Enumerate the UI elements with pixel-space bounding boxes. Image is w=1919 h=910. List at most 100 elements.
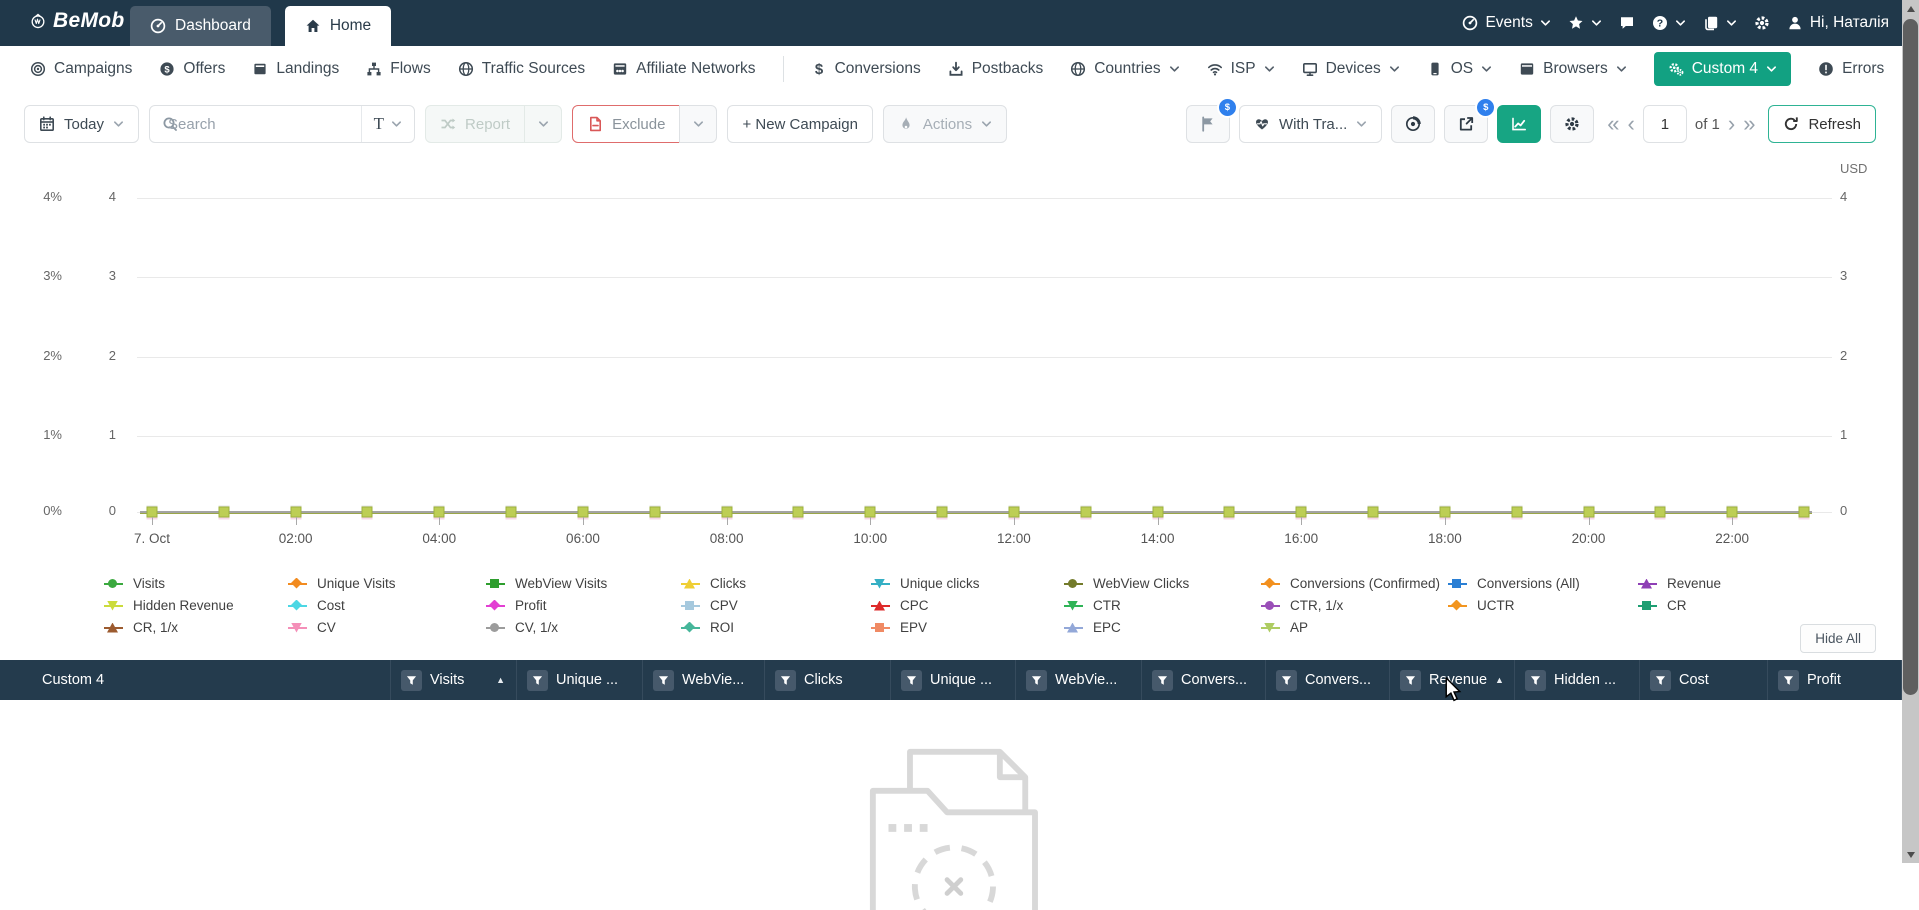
- nav-item-custom-4[interactable]: Custom 4: [1653, 52, 1792, 86]
- nav-item-offers[interactable]: $ Offers: [159, 60, 225, 78]
- report-dropdown-button[interactable]: [524, 105, 563, 143]
- nav-item-conversions[interactable]: $ Conversions: [811, 60, 920, 78]
- legend-item-conversions-all[interactable]: Conversions (All): [1448, 576, 1638, 591]
- filter-funnel-icon[interactable]: [1400, 669, 1421, 691]
- scroll-up-button[interactable]: [1902, 0, 1919, 17]
- search-type-selector[interactable]: T: [360, 106, 414, 142]
- column-header-convers[interactable]: Convers...: [1142, 660, 1266, 700]
- nav-item-isp[interactable]: ISP: [1207, 60, 1275, 78]
- legend-item-cr[interactable]: CR: [1638, 598, 1814, 613]
- scrollbar-thumb[interactable]: [1903, 19, 1918, 695]
- legend-item-ctr-1-x[interactable]: CTR, 1/x: [1261, 598, 1448, 613]
- nav-item-devices[interactable]: Devices: [1302, 60, 1400, 78]
- exclude-button[interactable]: Exclude: [572, 105, 681, 143]
- tab-dashboard[interactable]: Dashboard: [130, 6, 271, 46]
- column-header-profit[interactable]: Profit: [1768, 660, 1902, 700]
- chart-toggle-button[interactable]: [1497, 105, 1542, 143]
- legend-item-cpv[interactable]: CPV: [681, 598, 871, 613]
- legend-item-cpc[interactable]: CPC: [871, 598, 1064, 613]
- legend-item-webview-clicks[interactable]: WebView Clicks: [1064, 576, 1261, 591]
- chat-button[interactable]: [1619, 15, 1635, 31]
- nav-item-traffic-sources[interactable]: Traffic Sources: [458, 60, 585, 78]
- last-page-button[interactable]: »: [1743, 105, 1755, 143]
- legend-item-epv[interactable]: EPV: [871, 620, 1064, 635]
- nav-item-affiliate-networks[interactable]: Affiliate Networks: [612, 60, 756, 78]
- legend-item-roi[interactable]: ROI: [681, 620, 871, 635]
- nav-item-campaigns[interactable]: Campaigns: [30, 60, 132, 78]
- legend-item-unique-visits[interactable]: Unique Visits: [288, 576, 486, 591]
- scroll-down-button[interactable]: [1902, 846, 1919, 863]
- filter-funnel-icon[interactable]: [1026, 669, 1047, 691]
- column-header-revenue[interactable]: Revenue ▲: [1390, 660, 1515, 700]
- column-header-clicks[interactable]: Clicks: [765, 660, 891, 700]
- legend-item-clicks[interactable]: Clicks: [681, 576, 871, 591]
- filter-funnel-icon[interactable]: [775, 669, 796, 691]
- legend-item-hidden-revenue[interactable]: Hidden Revenue: [104, 598, 288, 613]
- column-header-webvie[interactable]: WebVie...: [643, 660, 765, 700]
- filter-funnel-icon[interactable]: [1650, 669, 1671, 691]
- hide-all-button[interactable]: Hide All: [1800, 624, 1876, 653]
- column-header-convers[interactable]: Convers...: [1266, 660, 1390, 700]
- nav-item-browsers[interactable]: Browsers: [1519, 60, 1627, 78]
- filter-funnel-icon[interactable]: [1276, 669, 1297, 691]
- legend-item-epc[interactable]: EPC: [1064, 620, 1261, 635]
- exclude-dropdown-button[interactable]: [679, 105, 718, 143]
- first-page-button[interactable]: «: [1607, 105, 1619, 143]
- filter-funnel-icon[interactable]: [1778, 669, 1799, 691]
- column-header-unique[interactable]: Unique ...: [891, 660, 1016, 700]
- help-menu[interactable]: ?: [1652, 15, 1686, 31]
- filter-funnel-icon[interactable]: [1525, 669, 1546, 691]
- column-header-unique[interactable]: Unique ...: [517, 660, 643, 700]
- legend-item-cv-1-x[interactable]: CV, 1/x: [486, 620, 681, 635]
- filter-funnel-icon[interactable]: [653, 669, 674, 691]
- column-header-visits[interactable]: Visits ▲: [391, 660, 517, 700]
- bemob-logo[interactable]: BeMob: [30, 9, 125, 33]
- legend-item-cr-1-x[interactable]: CR, 1/x: [104, 620, 288, 635]
- legend-item-profit[interactable]: Profit: [486, 598, 681, 613]
- legend-item-conversions-confirmed[interactable]: Conversions (Confirmed): [1261, 576, 1448, 591]
- legend-item-cost[interactable]: Cost: [288, 598, 486, 613]
- visibility-button[interactable]: [1391, 105, 1436, 143]
- vertical-scrollbar[interactable]: [1902, 0, 1919, 863]
- traffic-filter-button[interactable]: With Tra...: [1238, 105, 1383, 143]
- column-header-webvie[interactable]: WebVie...: [1016, 660, 1142, 700]
- column-header-hidden[interactable]: Hidden ...: [1515, 660, 1640, 700]
- legend-item-ctr[interactable]: CTR: [1064, 598, 1261, 613]
- refresh-button[interactable]: Refresh: [1768, 105, 1876, 143]
- nav-item-os[interactable]: OS: [1427, 60, 1492, 78]
- legend-item-uctr[interactable]: UCTR: [1448, 598, 1638, 613]
- actions-button[interactable]: Actions: [882, 105, 1008, 143]
- filter-funnel-icon[interactable]: [901, 669, 922, 691]
- nav-item-flows[interactable]: Flows: [366, 60, 431, 78]
- tab-home[interactable]: Home: [284, 6, 392, 46]
- new-campaign-button[interactable]: + New Campaign: [727, 105, 873, 143]
- events-menu[interactable]: Events: [1462, 14, 1550, 32]
- columns-settings-button[interactable]: [1550, 105, 1595, 143]
- date-range-button[interactable]: Today: [24, 105, 140, 143]
- page-number-input[interactable]: [1642, 105, 1687, 143]
- nav-item-errors[interactable]: Errors: [1818, 60, 1884, 78]
- nav-item-postbacks[interactable]: Postbacks: [948, 60, 1043, 78]
- column-header-custom-4[interactable]: Custom 4: [0, 660, 391, 700]
- legend-item-unique-clicks[interactable]: Unique clicks: [871, 576, 1064, 591]
- user-menu[interactable]: Hi, Наталія: [1787, 14, 1889, 32]
- windows-menu[interactable]: [1703, 15, 1737, 31]
- report-button[interactable]: Report: [425, 105, 526, 143]
- legend-item-ap[interactable]: AP: [1261, 620, 1448, 635]
- filter-funnel-icon[interactable]: [527, 669, 548, 691]
- search-input[interactable]: [166, 114, 361, 134]
- legend-item-visits[interactable]: Visits: [104, 576, 288, 591]
- settings-button[interactable]: [1754, 15, 1770, 31]
- column-header-cost[interactable]: Cost: [1640, 660, 1768, 700]
- legend-item-webview-visits[interactable]: WebView Visits: [486, 576, 681, 591]
- nav-item-countries[interactable]: Countries: [1070, 60, 1179, 78]
- nav-item-landings[interactable]: Landings: [252, 60, 339, 78]
- next-page-button[interactable]: ›: [1728, 105, 1735, 143]
- legend-item-cv[interactable]: CV: [288, 620, 486, 635]
- prev-page-button[interactable]: ‹: [1628, 105, 1635, 143]
- favorites-menu[interactable]: [1568, 15, 1602, 31]
- bemob-logo-icon: [30, 13, 46, 29]
- filter-funnel-icon[interactable]: [1152, 669, 1173, 691]
- filter-funnel-icon[interactable]: [401, 669, 422, 691]
- legend-item-revenue[interactable]: Revenue: [1638, 576, 1814, 591]
